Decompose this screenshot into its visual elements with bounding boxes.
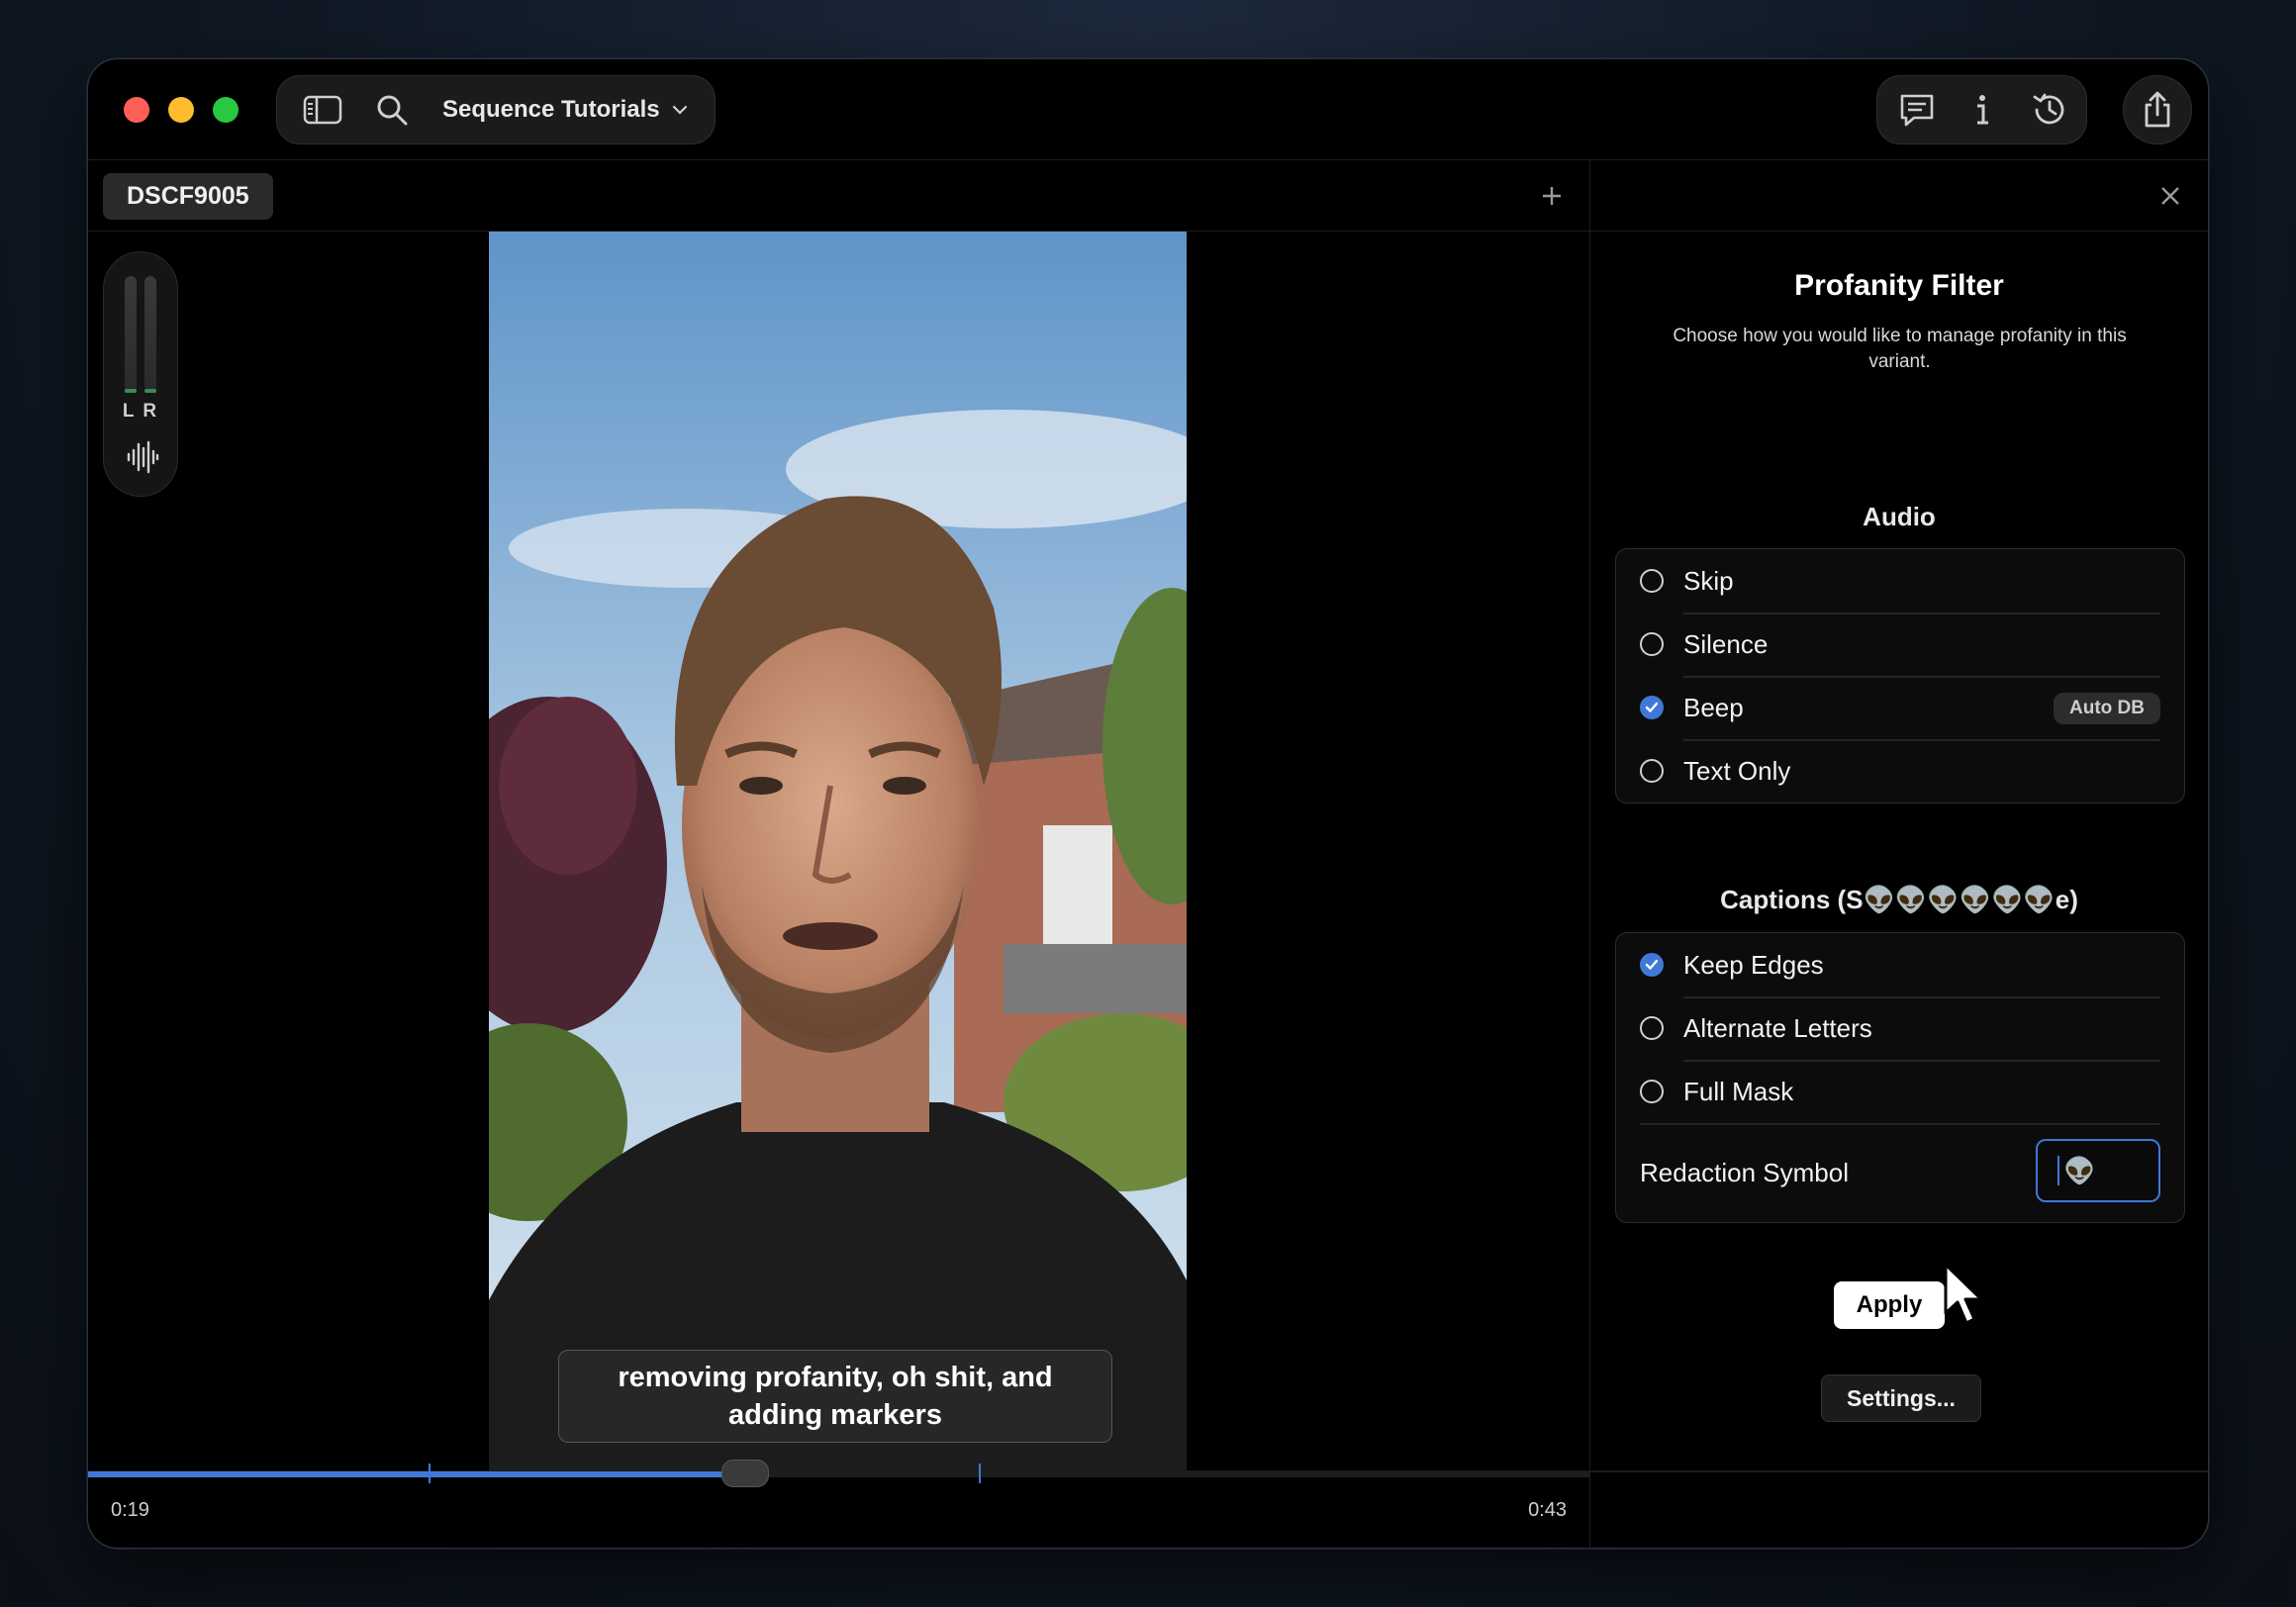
history-icon[interactable] xyxy=(2020,76,2079,143)
chevron-down-icon xyxy=(672,105,687,115)
close-window-button[interactable] xyxy=(124,97,149,123)
radio-button[interactable] xyxy=(1640,1080,1664,1103)
share-button[interactable] xyxy=(2123,75,2192,144)
total-time: 0:43 xyxy=(1528,1499,1567,1521)
meter-right-channel xyxy=(144,276,156,393)
caption-option-alternate-letters[interactable]: Alternate Letters xyxy=(1616,996,2184,1060)
clip-tab[interactable]: DSCF9005 xyxy=(103,173,273,220)
profanity-filter-panel: Profanity Filter Choose how you would li… xyxy=(1589,160,2208,1548)
timeline-track[interactable] xyxy=(88,1471,1589,1477)
checkmark-icon xyxy=(1645,702,1659,712)
redaction-symbol-value: 👽 xyxy=(2063,1155,2096,1185)
app-window: Sequence Tutorials DSCF9005 L R removing… xyxy=(88,59,2208,1548)
minimize-window-button[interactable] xyxy=(168,97,194,123)
radio-button[interactable] xyxy=(1640,569,1664,593)
checkmark-icon xyxy=(1645,959,1659,970)
toolbar-right-group xyxy=(1876,75,2087,144)
settings-button[interactable]: Settings... xyxy=(1821,1374,1981,1422)
audio-option-skip[interactable]: Skip xyxy=(1616,549,2184,613)
option-label: Text Only xyxy=(1683,755,1791,786)
info-icon[interactable] xyxy=(1955,76,2010,143)
radio-button[interactable] xyxy=(1640,1016,1664,1040)
panel-divider xyxy=(1590,1470,2208,1472)
close-panel-button[interactable] xyxy=(2152,178,2188,214)
audio-options: Skip Silence Beep Auto DB Text Only xyxy=(1615,548,2185,804)
close-icon xyxy=(2161,187,2179,205)
panel-header xyxy=(1590,160,2208,232)
video-preview[interactable]: removing profanity, oh shit, and adding … xyxy=(489,232,1187,1470)
audio-option-beep[interactable]: Beep Auto DB xyxy=(1616,676,2184,739)
share-icon xyxy=(2124,76,2191,143)
timeline-marker[interactable] xyxy=(978,1464,981,1483)
project-name: Sequence Tutorials xyxy=(442,96,660,123)
sidebar-toggle-icon[interactable] xyxy=(295,76,350,143)
plus-icon xyxy=(1543,187,1561,205)
waveform-icon[interactable] xyxy=(126,440,159,474)
redaction-symbol-label: Redaction Symbol xyxy=(1640,1157,1849,1187)
option-label: Full Mask xyxy=(1683,1076,1794,1106)
redaction-symbol-row: Redaction Symbol 👽 xyxy=(1616,1123,2184,1222)
caption-option-full-mask[interactable]: Full Mask xyxy=(1616,1060,2184,1123)
radio-button-selected[interactable] xyxy=(1640,953,1664,977)
current-time: 0:19 xyxy=(111,1499,149,1521)
radio-button[interactable] xyxy=(1640,632,1664,656)
caption-option-keep-edges[interactable]: Keep Edges xyxy=(1616,933,2184,996)
title-bar: Sequence Tutorials xyxy=(88,59,2208,160)
audio-option-silence[interactable]: Silence xyxy=(1616,613,2184,676)
radio-button[interactable] xyxy=(1640,759,1664,783)
captions-options: Keep Edges Alternate Letters Full Mask R… xyxy=(1615,932,2185,1223)
zoom-window-button[interactable] xyxy=(213,97,239,123)
panel-title: Profanity Filter xyxy=(1794,269,2004,302)
clip-tab-bar: DSCF9005 xyxy=(88,160,1589,232)
audio-section-title: Audio xyxy=(1863,502,1936,531)
option-label: Keep Edges xyxy=(1683,949,1824,980)
caption-overlay: removing profanity, oh shit, and adding … xyxy=(558,1350,1112,1443)
redaction-symbol-input[interactable]: 👽 xyxy=(2036,1139,2160,1202)
captions-section-title: Captions (S👽👽👽👽👽👽e) xyxy=(1720,885,2078,914)
meter-label: L R xyxy=(122,401,159,422)
captions-icon[interactable] xyxy=(1887,76,1947,143)
toolbar-left-group: Sequence Tutorials xyxy=(276,75,716,144)
timeline-scrubber[interactable]: 0:19 0:43 xyxy=(88,1460,1589,1548)
editor-area: DSCF9005 L R removing profanity, oh shit… xyxy=(88,160,1589,1548)
timeline-progress xyxy=(88,1471,746,1477)
panel-description: Choose how you would like to manage prof… xyxy=(1673,326,2127,372)
apply-button[interactable]: Apply xyxy=(1834,1281,1945,1329)
timeline-marker[interactable] xyxy=(429,1464,431,1483)
audio-meter: L R xyxy=(103,251,178,497)
option-label: Beep xyxy=(1683,692,1744,722)
search-icon[interactable] xyxy=(364,76,420,143)
meter-left-channel xyxy=(125,276,137,393)
radio-button-selected[interactable] xyxy=(1640,696,1664,719)
option-label: Skip xyxy=(1683,565,1734,596)
option-label: Alternate Letters xyxy=(1683,1012,1872,1043)
add-tab-button[interactable] xyxy=(1534,178,1570,214)
project-selector[interactable]: Sequence Tutorials xyxy=(442,76,688,143)
video-frame-image xyxy=(489,232,1187,1470)
audio-option-text-only[interactable]: Text Only xyxy=(1616,739,2184,803)
playhead-handle[interactable] xyxy=(721,1460,770,1487)
text-caret xyxy=(2057,1156,2059,1185)
auto-db-badge[interactable]: Auto DB xyxy=(2054,693,2160,724)
option-label: Silence xyxy=(1683,628,1769,659)
